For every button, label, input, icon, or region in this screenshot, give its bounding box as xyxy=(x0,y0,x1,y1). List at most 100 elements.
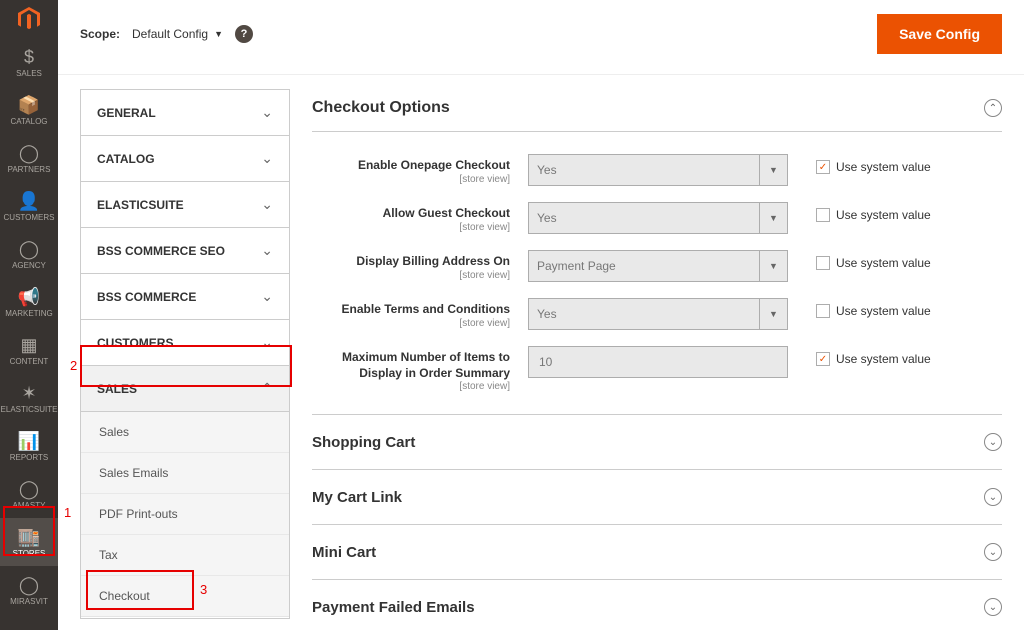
nav-section-general[interactable]: GENERAL ⌄ xyxy=(81,90,289,136)
sidebar-item-label: AMASTY xyxy=(13,502,46,510)
sidebar-item-label: CONTENT xyxy=(10,358,49,366)
field-select[interactable]: Yes ▼ xyxy=(528,298,788,330)
field-select[interactable]: Yes ▼ xyxy=(528,154,788,186)
field-scope: [store view] xyxy=(312,270,510,281)
mirasvit-icon: ◯ xyxy=(19,574,39,596)
nav-section-label: SALES xyxy=(97,382,137,396)
agency-icon: ◯ xyxy=(19,238,39,260)
use-system-label: Use system value xyxy=(836,160,931,174)
chevron-down-icon: ⌄ xyxy=(261,242,273,259)
amasty-icon: ◯ xyxy=(19,478,39,500)
sidebar-item-label: STORES xyxy=(13,550,46,558)
sidebar-item-sales[interactable]: $ SALES xyxy=(0,38,58,86)
nav-sub-item-sales[interactable]: Sales xyxy=(81,412,289,453)
use-system-label: Use system value xyxy=(836,256,931,270)
use-system-checkbox[interactable]: ✓ xyxy=(816,160,830,174)
sidebar-item-label: REPORTS xyxy=(10,454,49,462)
nav-section-bss[interactable]: BSS COMMERCE ⌄ xyxy=(81,274,289,320)
section-head-mini-cart[interactable]: Mini Cart ⌄ xyxy=(312,525,1002,580)
marketing-icon: 📢 xyxy=(18,286,40,308)
stores-icon: 🏬 xyxy=(18,526,40,548)
field-scope: [store view] xyxy=(312,222,510,233)
use-system-checkbox[interactable]: ✓ xyxy=(816,352,830,366)
field-scope: [store view] xyxy=(312,318,510,329)
nav-sub-item-tax[interactable]: Tax xyxy=(81,535,289,576)
sidebar-item-label: ELASTICSUITE xyxy=(1,406,58,414)
field-row: Display Billing Address On [store view] … xyxy=(312,242,1002,290)
caret-down-icon: ▼ xyxy=(214,29,223,39)
use-system-label: Use system value xyxy=(836,304,931,318)
chevron-down-icon: ⌄ xyxy=(261,150,273,167)
nav-section-sales[interactable]: SALES ⌃ xyxy=(81,366,289,412)
use-system-checkbox[interactable]: ✓ xyxy=(816,208,830,222)
section-fields: Enable Onepage Checkout [store view] Yes… xyxy=(312,132,1002,415)
collapse-down-icon: ⌄ xyxy=(984,488,1002,506)
section-head-my-cart-link[interactable]: My Cart Link ⌄ xyxy=(312,470,1002,525)
section-head-payment-failed[interactable]: Payment Failed Emails ⌄ xyxy=(312,580,1002,619)
sidebar-item-amasty[interactable]: ◯ AMASTY xyxy=(0,470,58,518)
sidebar-item-label: AGENCY xyxy=(12,262,46,270)
sidebar-item-agency[interactable]: ◯ AGENCY xyxy=(0,230,58,278)
nav-sub-item-checkout[interactable]: Checkout xyxy=(81,576,289,616)
dropdown-icon: ▼ xyxy=(759,202,787,234)
nav-sub-sales: Sales Sales Emails PDF Print-outs Tax Ch… xyxy=(81,412,289,617)
dropdown-icon: ▼ xyxy=(759,250,787,282)
admin-sidebar: $ SALES 📦 CATALOG ◯ PARTNERS 👤 CUSTOMERS… xyxy=(0,0,58,630)
section-head-checkout-options[interactable]: Checkout Options ⌃ xyxy=(312,89,1002,132)
use-system-checkbox[interactable]: ✓ xyxy=(816,304,830,318)
collapse-down-icon: ⌄ xyxy=(984,598,1002,616)
field-label: Maximum Number of Items to Display in Or… xyxy=(312,350,510,381)
dollar-icon: $ xyxy=(24,46,34,68)
chevron-down-icon: ⌄ xyxy=(261,104,273,121)
sidebar-item-reports[interactable]: 📊 REPORTS xyxy=(0,422,58,470)
field-label: Enable Onepage Checkout xyxy=(312,158,510,174)
save-config-button[interactable]: Save Config xyxy=(877,14,1002,54)
section-head-shopping-cart[interactable]: Shopping Cart ⌄ xyxy=(312,415,1002,470)
field-scope: [store view] xyxy=(312,381,510,392)
section-title: Shopping Cart xyxy=(312,434,415,451)
help-icon[interactable]: ? xyxy=(235,25,253,43)
use-system-label: Use system value xyxy=(836,352,931,366)
use-system-label: Use system value xyxy=(836,208,931,222)
field-input[interactable] xyxy=(528,346,788,378)
field-row: Enable Terms and Conditions [store view]… xyxy=(312,290,1002,338)
main-content: Scope: Default Config ▼ ? Save Config GE… xyxy=(58,0,1024,630)
section-title: Checkout Options xyxy=(312,99,450,117)
dropdown-icon: ▼ xyxy=(759,154,787,186)
sidebar-item-elasticsuite[interactable]: ✶ ELASTICSUITE xyxy=(0,374,58,422)
sidebar-item-customers[interactable]: 👤 CUSTOMERS xyxy=(0,182,58,230)
topbar: Scope: Default Config ▼ ? Save Config xyxy=(58,0,1024,75)
nav-section-bss-seo[interactable]: BSS COMMERCE SEO ⌄ xyxy=(81,228,289,274)
sidebar-item-partners[interactable]: ◯ PARTNERS xyxy=(0,134,58,182)
sidebar-item-label: PARTNERS xyxy=(8,166,51,174)
use-system-checkbox[interactable]: ✓ xyxy=(816,256,830,270)
nav-section-label: BSS COMMERCE SEO xyxy=(97,244,225,258)
content-icon: ▦ xyxy=(20,334,37,356)
sidebar-item-label: CATALOG xyxy=(10,118,47,126)
scope-select[interactable]: Default Config ▼ xyxy=(132,27,223,41)
sidebar-item-content[interactable]: ▦ CONTENT xyxy=(0,326,58,374)
nav-section-customers[interactable]: CUSTOMERS ⌄ xyxy=(81,320,289,366)
nav-section-label: GENERAL xyxy=(97,106,156,120)
scope-label: Scope: xyxy=(80,27,120,41)
field-label: Display Billing Address On xyxy=(312,254,510,270)
sidebar-item-stores[interactable]: 🏬 STORES xyxy=(0,518,58,566)
section-title: Payment Failed Emails xyxy=(312,599,475,616)
field-value: Payment Page xyxy=(537,259,616,273)
sidebar-item-mirasvit[interactable]: ◯ MIRASVIT xyxy=(0,566,58,614)
nav-section-label: CATALOG xyxy=(97,152,155,166)
scope-value: Default Config xyxy=(132,27,208,41)
nav-sub-item-pdf[interactable]: PDF Print-outs xyxy=(81,494,289,535)
sidebar-item-label: MARKETING xyxy=(5,310,53,318)
sidebar-item-catalog[interactable]: 📦 CATALOG xyxy=(0,86,58,134)
chevron-down-icon: ⌄ xyxy=(261,334,273,351)
field-select[interactable]: Yes ▼ xyxy=(528,202,788,234)
nav-section-elasticsuite[interactable]: ELASTICSUITE ⌄ xyxy=(81,182,289,228)
field-value: Yes xyxy=(537,307,557,321)
section-title: Mini Cart xyxy=(312,544,376,561)
nav-section-catalog[interactable]: CATALOG ⌄ xyxy=(81,136,289,182)
nav-sub-item-sales-emails[interactable]: Sales Emails xyxy=(81,453,289,494)
config-body: Checkout Options ⌃ Enable Onepage Checko… xyxy=(312,89,1002,619)
field-select[interactable]: Payment Page ▼ xyxy=(528,250,788,282)
sidebar-item-marketing[interactable]: 📢 MARKETING xyxy=(0,278,58,326)
